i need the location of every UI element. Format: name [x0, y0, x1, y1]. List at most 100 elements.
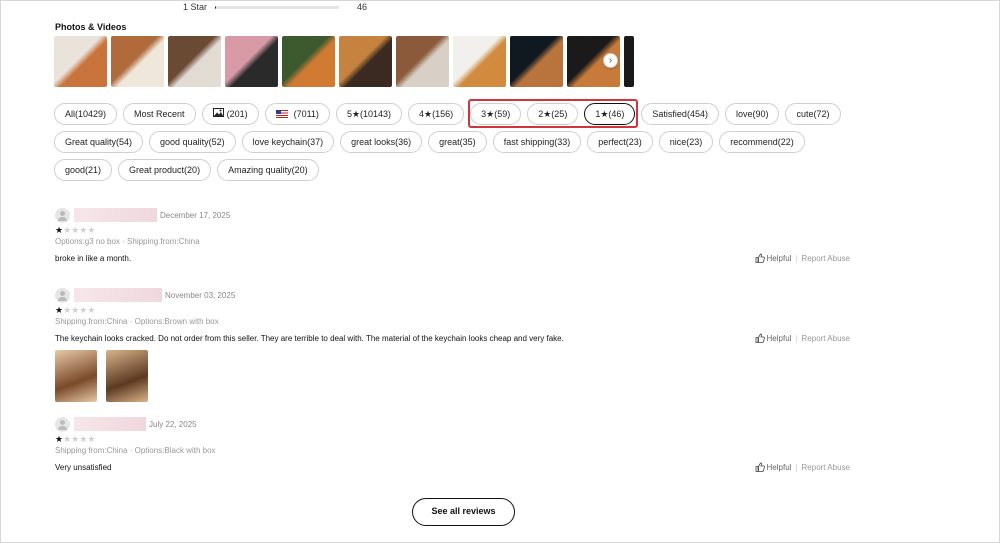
review-star-rating: ★★★★★ [55, 305, 850, 316]
filter-chip[interactable]: (201) [201, 103, 259, 125]
review-item: November 03, 2025 ★★★★★ Shipping from:Chin… [55, 287, 850, 402]
filter-chip-label: recommend(22) [730, 137, 794, 147]
photo-thumbnail-strip [54, 36, 634, 87]
photo-thumbnail-partial[interactable] [624, 36, 634, 87]
thumbnail-next-arrow-icon[interactable]: › [603, 53, 618, 68]
chip-row: Great quality(54) good quality(52) love ke… [54, 131, 854, 153]
review-date: July 22, 2025 [149, 419, 197, 429]
photo-thumbnail[interactable] [54, 36, 107, 87]
review-text: broke in like a month. [55, 254, 132, 263]
reviewer-name-redacted [74, 417, 146, 431]
filter-chip[interactable]: recommend(22) [719, 131, 805, 153]
image-icon [212, 104, 224, 124]
rating-row-bar [215, 5, 339, 9]
review-star-rating: ★★★★★ [55, 225, 850, 236]
filter-chip-label: perfect(23) [598, 137, 642, 147]
review-filter-chips: All(10429) Most Recent (201) (7011) 5★(10143… [54, 103, 854, 187]
filter-chip[interactable]: (7011) [264, 103, 330, 125]
filter-chip[interactable]: 3★(59) [470, 103, 522, 125]
filter-chip[interactable]: Amazing quality(20) [217, 159, 319, 181]
action-divider: | [795, 462, 798, 472]
photo-thumbnail[interactable] [510, 36, 563, 87]
avatar [55, 287, 70, 303]
photo-thumbnail[interactable] [225, 36, 278, 87]
chip-row: All(10429) Most Recent (201) (7011) 5★(10143… [54, 103, 854, 125]
filter-chip[interactable]: great looks(36) [340, 131, 423, 153]
filter-chip[interactable]: good quality(52) [149, 131, 236, 153]
filter-chip[interactable]: perfect(23) [587, 131, 653, 153]
photo-thumbnail[interactable] [396, 36, 449, 87]
filter-chip[interactable]: Great quality(54) [54, 131, 144, 153]
filter-chip[interactable]: fast shipping(33) [492, 131, 582, 153]
filter-chip-label: Great quality(54) [65, 137, 133, 147]
filter-chip-label: All(10429) [65, 109, 107, 119]
filter-chip[interactable]: love keychain(37) [241, 131, 335, 153]
review-photo[interactable] [106, 350, 148, 402]
photo-thumbnail[interactable] [168, 36, 221, 87]
reviewer-name-redacted [74, 208, 157, 222]
filter-chip[interactable]: 2★(25) [527, 103, 579, 125]
star-icon: ★ [55, 305, 64, 315]
review-date: December 17, 2025 [160, 210, 231, 220]
star-icon: ★ [55, 434, 64, 444]
thumbs-up-icon [755, 333, 765, 343]
review-photos [55, 350, 850, 402]
star-icon: ★ [87, 434, 96, 444]
filter-chip-label: Amazing quality(20) [228, 165, 308, 175]
filter-chip-label: 4★(156) [419, 109, 454, 119]
action-divider: | [795, 333, 798, 343]
review-actions: Helpful | Report Abuse [755, 462, 850, 472]
review-options-meta: Shipping from:China · Options:Brown with… [55, 317, 219, 326]
helpful-button[interactable]: Helpful [755, 253, 792, 263]
avatar [55, 416, 70, 432]
filter-chip[interactable]: great(35) [428, 131, 487, 153]
photo-thumbnail[interactable] [453, 36, 506, 87]
report-abuse-link[interactable]: Report Abuse [802, 334, 850, 343]
filter-chip[interactable]: 1★(46) [584, 103, 636, 125]
star-icon: ★ [87, 305, 96, 315]
filter-chip[interactable]: cute(72) [785, 103, 841, 125]
filter-chip-label: cute(72) [796, 109, 830, 119]
helpful-button[interactable]: Helpful [755, 462, 792, 472]
photos-videos-title: Photos & Videos [55, 22, 127, 32]
filter-chip[interactable]: Most Recent [123, 103, 196, 125]
review-date: November 03, 2025 [165, 290, 236, 300]
filter-chip[interactable]: nice(23) [658, 131, 714, 153]
filter-chip[interactable]: good(21) [54, 159, 113, 181]
star-icon: ★ [63, 305, 72, 315]
filter-chip-label: 2★(25) [538, 109, 568, 119]
filter-chip-label: (201) [226, 109, 248, 119]
filter-chip-label: Satisfied(454) [652, 109, 708, 119]
report-abuse-link[interactable]: Report Abuse [802, 254, 850, 263]
filter-chip[interactable]: 4★(156) [408, 103, 465, 125]
rating-row-label: 1 Star [183, 2, 208, 12]
review-item: December 17, 2025 ★★★★★ Options:g3 no box … [55, 207, 850, 265]
photo-thumbnail[interactable] [111, 36, 164, 87]
see-all-reviews-button[interactable]: See all reviews [412, 498, 515, 526]
filter-chip-label: Most Recent [134, 109, 185, 119]
helpful-button[interactable]: Helpful [755, 333, 791, 343]
filter-chip-label: great(35) [439, 137, 476, 147]
filter-chip[interactable]: 5★(10143) [335, 103, 403, 125]
report-abuse-link[interactable]: Report Abuse [802, 463, 850, 472]
photo-thumbnail[interactable] [339, 36, 392, 87]
filter-chip[interactable]: Satisfied(454) [641, 103, 719, 125]
filter-chip-label: good(21) [65, 165, 102, 175]
review-star-rating: ★★★★★ [55, 434, 850, 445]
filter-chip[interactable]: All(10429) [54, 103, 118, 125]
helpful-label: Helpful [766, 462, 792, 472]
review-text: Very unsatisfied [55, 463, 112, 472]
star-icon: ★ [63, 225, 72, 235]
star-icon: ★ [63, 434, 72, 444]
review-item: July 22, 2025 ★★★★★ Shipping from:China · … [55, 416, 850, 474]
review-text: The keychain looks cracked. Do not order… [55, 334, 564, 343]
star-icon: ★ [55, 225, 64, 235]
helpful-label: Helpful [766, 253, 792, 263]
filter-chip[interactable]: Great product(20) [118, 159, 212, 181]
filter-chip[interactable]: love(90) [724, 103, 780, 125]
thumbs-up-icon [755, 462, 765, 472]
photo-thumbnail[interactable] [282, 36, 335, 87]
filter-chip-label: 5★(10143) [346, 109, 392, 119]
rating-row-count: 46 [357, 2, 368, 12]
review-photo[interactable] [55, 350, 97, 402]
